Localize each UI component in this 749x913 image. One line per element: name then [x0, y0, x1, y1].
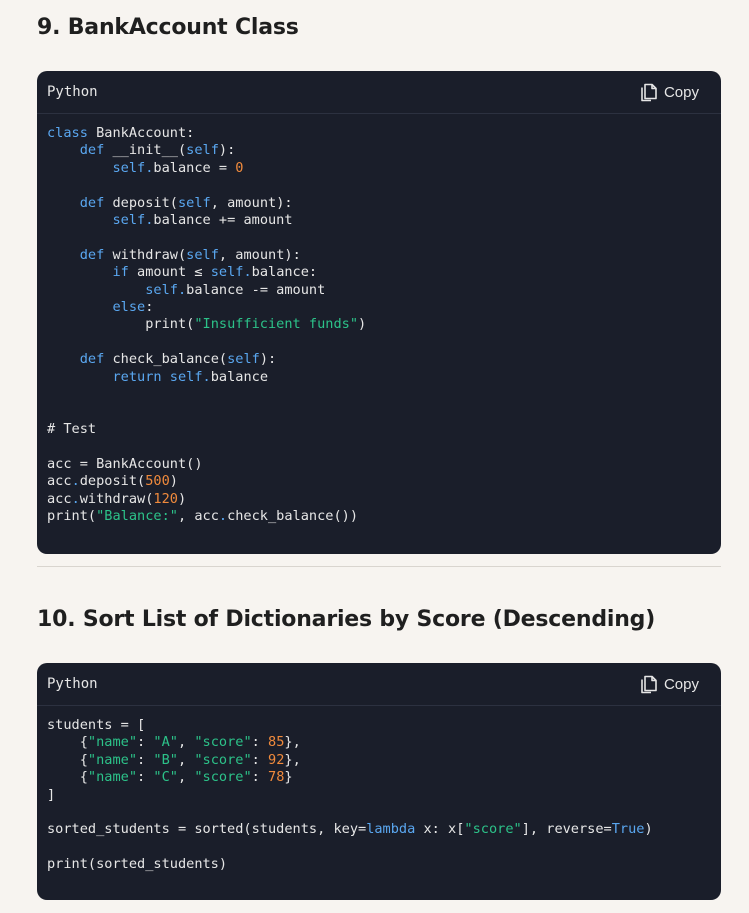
code-line: ]	[47, 786, 56, 803]
copy-button[interactable]: Copy	[640, 82, 699, 102]
code-line: if amount ≤ self.balance:	[112, 264, 318, 281]
section-title-sort-dictionaries: 10. Sort List of Dictionaries by Score (…	[37, 607, 656, 632]
copy-icon	[641, 83, 657, 102]
code-block-header: Python Copy	[37, 663, 721, 706]
copy-button-label: Copy	[663, 675, 699, 693]
code-line: self.balance += amount	[112, 212, 293, 229]
code-line: acc = BankAccount()	[47, 455, 203, 472]
code-line: self.balance -= amount	[145, 281, 326, 298]
code-line: self.balance = 0	[112, 159, 244, 176]
code-line: else:	[112, 299, 154, 316]
code-block-bankaccount: Python Copy class BankAccount: def __ini…	[37, 71, 721, 554]
code-line: # Test	[47, 420, 97, 437]
code-line: acc.withdraw(120)	[47, 490, 187, 507]
language-label: Python	[47, 676, 98, 692]
code-line: {"name": "A", "score": 85},	[47, 734, 301, 751]
code-line: {"name": "C", "score": 78}	[47, 769, 293, 786]
code-block-sort-dictionaries: Python Copy students = [ {"name": "A", "…	[37, 663, 721, 900]
section-divider	[37, 566, 721, 567]
code-line: {"name": "B", "score": 92},	[47, 751, 301, 768]
code-line: def __init__(self):	[79, 142, 236, 159]
code-line: print("Balance:", acc.check_balance())	[47, 507, 359, 524]
code-line: sorted_students = sorted(students, key=l…	[47, 821, 653, 838]
section-title-bankaccount: 9. BankAccount Class	[37, 15, 299, 40]
code-line: students = [	[47, 717, 146, 733]
code-line: acc.deposit(500)	[47, 473, 178, 490]
code-body[interactable]: class BankAccount: def __init__(self): s…	[37, 114, 721, 541]
code-line: def deposit(self, amount):	[79, 194, 293, 211]
code-line: def withdraw(self, amount):	[79, 246, 301, 263]
code-line: print(sorted_students)	[47, 856, 228, 873]
code-block-header: Python Copy	[37, 71, 721, 114]
page: 9. BankAccount Class Python Copy class B…	[0, 0, 749, 913]
code-line: return self.balance	[112, 368, 269, 385]
copy-button-label: Copy	[663, 83, 699, 101]
code-line: print("Insufficient funds")	[47, 316, 367, 333]
code-line: class BankAccount:	[47, 125, 195, 141]
code-body[interactable]: students = [ {"name": "A", "score": 85},…	[37, 706, 721, 890]
copy-button[interactable]: Copy	[640, 674, 699, 694]
copy-icon	[641, 675, 657, 694]
language-label: Python	[47, 84, 98, 100]
code-line: def check_balance(self):	[79, 351, 277, 368]
